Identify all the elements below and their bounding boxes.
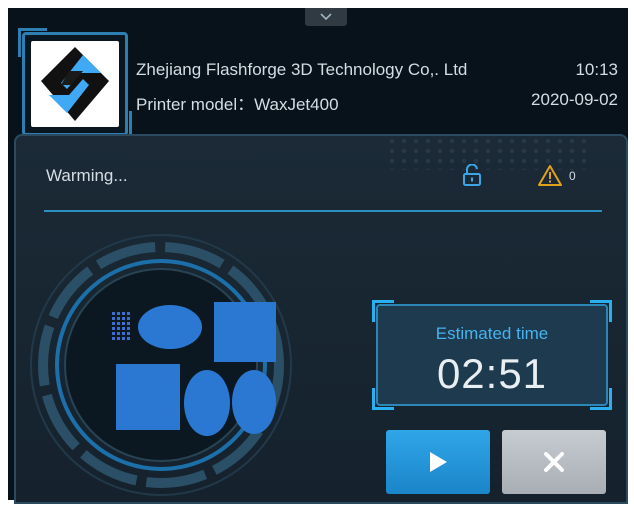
print-part-oval-right xyxy=(232,370,276,434)
flashforge-logo xyxy=(31,41,119,127)
current-date: 2020-09-02 xyxy=(531,90,618,109)
print-part-ellipse xyxy=(138,305,202,349)
print-status-panel: Warming... 0 Estimated time 02:51 xyxy=(14,134,628,504)
estimated-time-card: Estimated time 02:51 xyxy=(372,300,612,410)
estimated-time-label: Estimated time xyxy=(435,324,549,343)
logo-frame xyxy=(18,28,132,140)
start-button[interactable] xyxy=(386,430,490,494)
pull-down-tab[interactable] xyxy=(305,8,347,26)
estimated-time-value: 02:51 xyxy=(436,350,548,397)
divider xyxy=(44,210,602,212)
warning-count: 0 xyxy=(569,169,576,183)
lock-open-icon[interactable] xyxy=(462,164,482,186)
corner-accent xyxy=(590,300,612,322)
printer-model-label: Printer model： xyxy=(136,95,255,114)
play-icon xyxy=(430,452,447,472)
printer-model: Printer model：WaxJet400 xyxy=(136,90,339,115)
company-name: Zhejiang Flashforge 3D Technology Co,. L… xyxy=(136,60,468,79)
clock-time: 10:13 xyxy=(575,60,618,79)
print-part-rect xyxy=(116,364,180,430)
print-part-square xyxy=(214,302,276,362)
cancel-button[interactable] xyxy=(502,430,606,494)
chevron-down-icon xyxy=(320,13,332,21)
close-icon xyxy=(544,452,564,472)
print-part-oval-left xyxy=(184,370,230,436)
build-plate-dial xyxy=(30,234,292,496)
printer-model-value: WaxJet400 xyxy=(254,95,339,114)
header: Zhejiang Flashforge 3D Technology Co,. L… xyxy=(8,26,628,140)
corner-accent xyxy=(372,300,394,322)
warning-icon[interactable] xyxy=(538,164,562,186)
status-text: Warming... xyxy=(46,166,128,185)
